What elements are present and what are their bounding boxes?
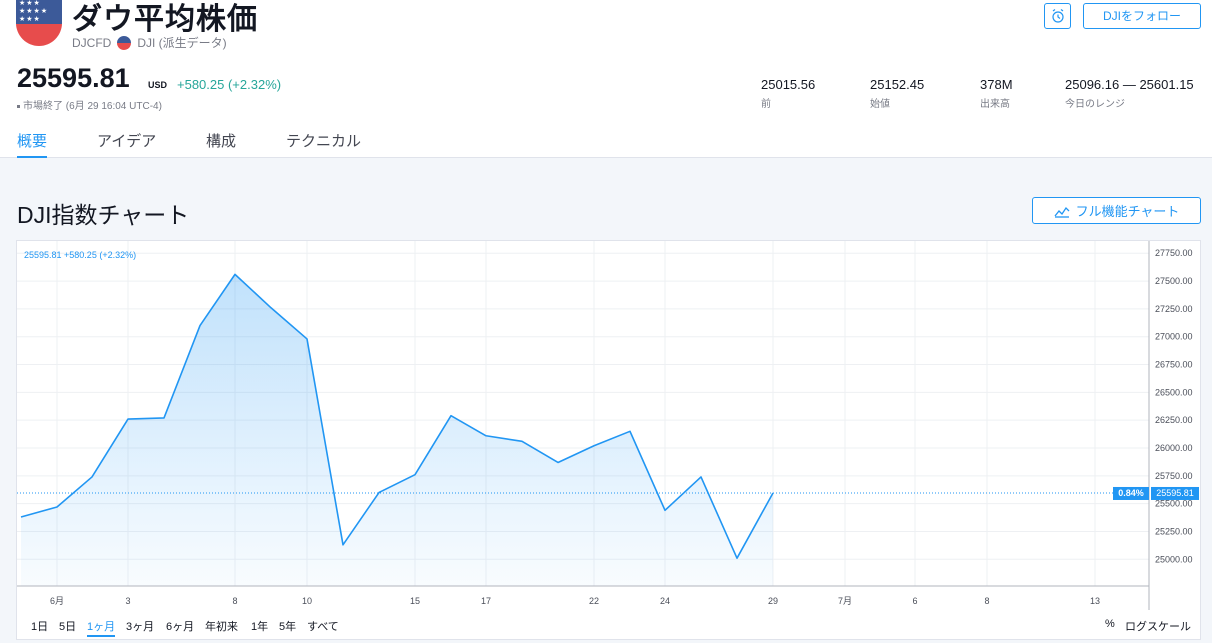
- y-tick-label: 27250.00: [1155, 304, 1193, 314]
- full-chart-label: フル機能チャート: [1075, 204, 1180, 219]
- alarm-clock-icon: [1051, 9, 1064, 23]
- chart-canvas[interactable]: 25000.00 25250.00 25500.00 25750.00 26000.00…: [17, 241, 1200, 611]
- market-status: 市場終了 (6月 29 16:04 UTC-4): [17, 97, 162, 112]
- range-1d[interactable]: 1日: [31, 618, 48, 634]
- range-6m[interactable]: 6ヶ月: [166, 618, 194, 634]
- y-tick-label: 27000.00: [1155, 332, 1193, 342]
- stat-volume: 378M 出来高: [980, 77, 1013, 110]
- stat-label: 前: [761, 99, 771, 110]
- price-chart[interactable]: 25000.00 25250.00 25500.00 25750.00 26000.00…: [16, 240, 1201, 640]
- us-flag-small-icon: [117, 35, 132, 50]
- price-badge-label: 25595.81: [1156, 488, 1194, 498]
- x-tick-label: 10: [302, 596, 312, 606]
- range-1y[interactable]: 1年: [251, 618, 268, 634]
- follow-button[interactable]: DJIをフォロー: [1083, 3, 1201, 29]
- x-tick-label: 22: [589, 596, 599, 606]
- x-tick-label: 17: [481, 596, 491, 606]
- stat-label: 出来高: [980, 99, 1010, 110]
- y-tick-label: 25000.00: [1155, 554, 1193, 564]
- last-price: 25595.81: [17, 63, 130, 93]
- x-tick-label: 6月: [50, 596, 64, 606]
- percent-scale-toggle[interactable]: %: [1105, 618, 1115, 630]
- chart-legend: 25595.81 +580.25 (+2.32%): [24, 250, 137, 260]
- page-title: ダウ平均株価: [72, 3, 258, 36]
- y-tick-label: 26250.00: [1155, 415, 1193, 425]
- range-3m[interactable]: 3ヶ月: [126, 618, 154, 634]
- stat-value: 25152.45: [870, 77, 925, 92]
- chart-line-icon: [1054, 206, 1070, 218]
- stat-label: 今日のレンジ: [1065, 99, 1125, 110]
- log-scale-toggle[interactable]: ログスケール: [1125, 618, 1191, 634]
- stat-value: 25015.56: [761, 77, 816, 92]
- x-tick-label: 8: [984, 596, 989, 606]
- tab-ideas[interactable]: アイデア: [97, 130, 156, 158]
- y-tick-label: 25500.00: [1155, 499, 1193, 509]
- y-tick-label: 25250.00: [1155, 526, 1193, 536]
- y-tick-label: 25750.00: [1155, 471, 1193, 481]
- tab-technicals[interactable]: テクニカル: [286, 130, 361, 158]
- x-tick-label: 24: [660, 596, 670, 606]
- x-tick-label: 7月: [838, 596, 852, 606]
- us-flag-icon: ★★★★★★★★★★★★★★: [16, 0, 62, 46]
- symbol-code[interactable]: DJCFD: [72, 36, 111, 50]
- y-tick-label: 26500.00: [1155, 387, 1193, 397]
- full-chart-button[interactable]: フル機能チャート: [1032, 197, 1201, 224]
- stat-prev-close: 25015.56 前: [761, 77, 815, 110]
- range-5y[interactable]: 5年: [279, 618, 296, 634]
- pct-badge-label: 0.84%: [1118, 488, 1144, 498]
- tab-overview[interactable]: 概要: [17, 130, 48, 158]
- tab-components[interactable]: 構成: [206, 130, 236, 158]
- chart-section-title: DJI指数チャート: [17, 202, 190, 228]
- x-tick-label: 8: [232, 596, 237, 606]
- symbol-header: ★★★★★★★★★★★★★★ ダウ平均株価 DJCFD DJI (派生データ) …: [0, 0, 1212, 158]
- alarm-clock-button[interactable]: [1044, 3, 1071, 29]
- range-all[interactable]: すべて: [307, 618, 339, 634]
- y-tick-label: 26750.00: [1155, 360, 1193, 370]
- range-1m[interactable]: 1ヶ月: [87, 618, 116, 637]
- stat-open: 25152.45 始値: [870, 77, 924, 110]
- stat-value: 25096.16 — 25601.15: [1065, 77, 1194, 92]
- range-toolbar: 1日 5日 1ヶ月 3ヶ月 6ヶ月 年初来 1年 5年 すべて % ログスケール: [17, 610, 1200, 639]
- stat-value: 378M: [980, 77, 1013, 92]
- symbol-subtitle: DJCFD DJI (派生データ): [72, 34, 227, 51]
- x-tick-label: 6: [912, 596, 917, 606]
- data-source: DJI (派生データ): [137, 36, 227, 50]
- y-tick-label: 26000.00: [1155, 443, 1193, 453]
- x-tick-label: 15: [410, 596, 420, 606]
- price-change: +580.25 (+2.32%): [177, 77, 282, 92]
- stat-day-range: 25096.16 — 25601.15 今日のレンジ: [1065, 77, 1194, 110]
- x-tick-label: 3: [125, 596, 130, 606]
- stat-label: 始値: [870, 99, 890, 110]
- y-tick-label: 27750.00: [1155, 248, 1193, 258]
- range-5d[interactable]: 5日: [59, 618, 76, 634]
- x-tick-label: 13: [1090, 596, 1100, 606]
- x-tick-label: 29: [768, 596, 778, 606]
- currency-label: USD: [148, 80, 168, 90]
- range-ytd[interactable]: 年初来: [205, 618, 238, 634]
- y-tick-label: 27500.00: [1155, 276, 1193, 286]
- series-area-fill: [21, 274, 773, 586]
